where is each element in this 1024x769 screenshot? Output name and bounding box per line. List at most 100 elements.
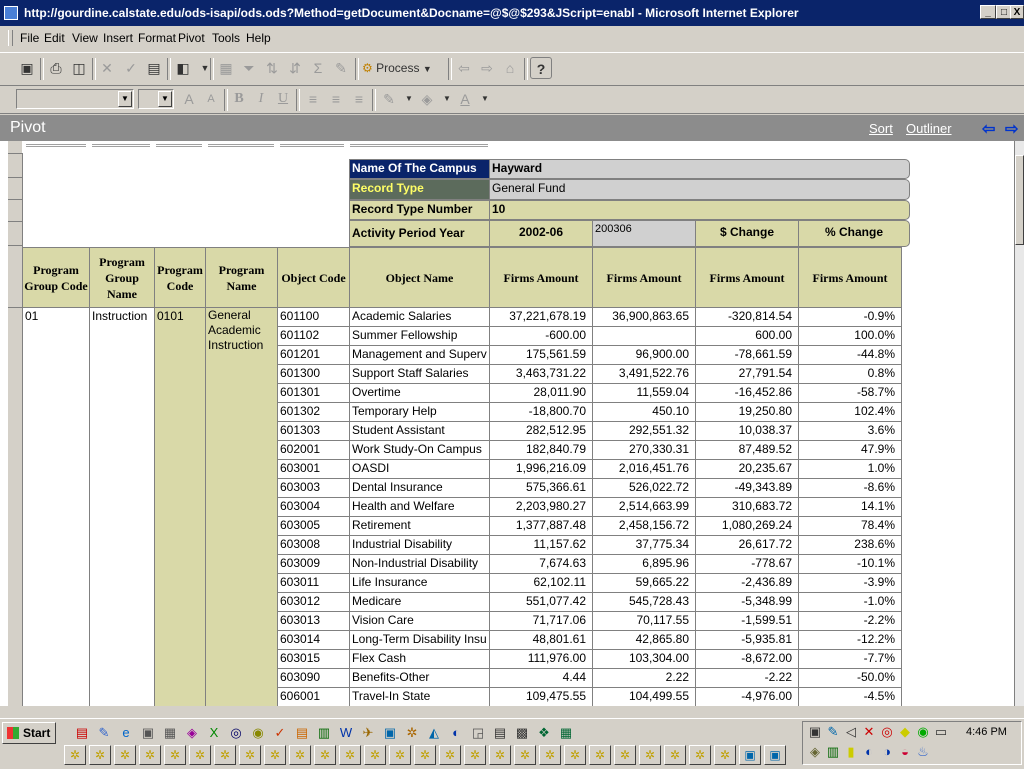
field-list-icon[interactable]: ▦ (215, 57, 237, 79)
dollar-change-cell[interactable]: -1,599.51 (695, 611, 799, 631)
percent-change-cell[interactable]: 78.4% (798, 516, 902, 536)
col-header-firms-amount[interactable]: Firms Amount (489, 247, 593, 308)
row-handle[interactable] (8, 153, 22, 154)
print-icon[interactable]: ⎙ (45, 57, 67, 79)
start-button[interactable]: Start (2, 722, 56, 744)
menu-tools[interactable]: Tools (212, 31, 240, 45)
row-handle[interactable] (8, 177, 22, 178)
app-icon[interactable]: ▥ (316, 725, 332, 741)
period-year-200306[interactable]: 200306 (592, 220, 696, 247)
app-icon[interactable]: ◲ (470, 725, 486, 741)
object-name-cell[interactable]: Health and Welfare (349, 497, 490, 517)
filter-value-record-type[interactable]: General Fund (489, 179, 910, 200)
taskbar-window-button[interactable]: ✲ (514, 745, 536, 765)
tray-icon[interactable]: ◒ (897, 744, 913, 760)
underline-icon[interactable]: U (272, 88, 294, 110)
app-icon[interactable]: ▩ (514, 725, 530, 741)
percent-change-cell[interactable]: 100.0% (798, 326, 902, 346)
percent-change-cell[interactable]: -3.9% (798, 573, 902, 593)
tray-icon[interactable]: ◎ (879, 724, 895, 740)
taskbar-window-button[interactable]: ✲ (539, 745, 561, 765)
object-code-cell[interactable]: 603004 (277, 497, 350, 517)
arrow-left-icon[interactable]: ⇦ (982, 119, 995, 139)
amount-200306-cell[interactable]: 37,775.34 (592, 535, 696, 555)
column-handle[interactable] (208, 144, 274, 152)
amount-200306-cell[interactable]: 526,022.72 (592, 478, 696, 498)
vertical-scrollbar[interactable] (1014, 141, 1024, 706)
app-icon[interactable]: ◭ (426, 725, 442, 741)
filter-value-campus[interactable]: Hayward (489, 159, 910, 179)
menu-view[interactable]: View (72, 31, 98, 45)
word-icon[interactable]: W (338, 725, 354, 741)
amount-2002-06-cell[interactable]: 1,377,887.48 (489, 516, 593, 536)
menu-help[interactable]: Help (246, 31, 271, 45)
object-name-cell[interactable]: Summer Fellowship (349, 326, 490, 346)
amount-2002-06-cell[interactable]: 3,463,731.22 (489, 364, 593, 384)
tray-icon[interactable]: ▣ (807, 724, 823, 740)
taskbar-window-button[interactable]: ✲ (589, 745, 611, 765)
tray-icon[interactable]: ◆ (897, 724, 913, 740)
taskbar-window-button[interactable]: ✲ (339, 745, 361, 765)
app-icon[interactable]: ✓ (272, 725, 288, 741)
object-code-cell[interactable]: 601201 (277, 345, 350, 365)
app-icon[interactable]: ✲ (404, 725, 420, 741)
dollar-change-cell[interactable]: -778.67 (695, 554, 799, 574)
amount-200306-cell[interactable]: 2,514,663.99 (592, 497, 696, 517)
object-name-cell[interactable]: Student Assistant (349, 421, 490, 441)
amount-2002-06-cell[interactable]: 28,011.90 (489, 383, 593, 403)
column-handle[interactable] (280, 144, 344, 152)
amount-2002-06-cell[interactable]: 48,801.61 (489, 630, 593, 650)
dollar-change-cell[interactable]: -2,436.89 (695, 573, 799, 593)
decrease-font-icon[interactable]: A (200, 88, 222, 110)
dollar-change-cell[interactable]: 87,489.52 (695, 440, 799, 460)
object-code-cell[interactable]: 603001 (277, 459, 350, 479)
object-name-cell[interactable]: Long-Term Disability Insu (349, 630, 490, 650)
dollar-change-cell[interactable]: 19,250.80 (695, 402, 799, 422)
object-code-cell[interactable]: 603012 (277, 592, 350, 612)
amount-200306-cell[interactable]: 292,551.32 (592, 421, 696, 441)
percent-change-cell[interactable]: 3.6% (798, 421, 902, 441)
amount-200306-cell[interactable]: 2.22 (592, 668, 696, 688)
program-code-cell[interactable]: 0101 (154, 307, 206, 706)
object-code-cell[interactable]: 601303 (277, 421, 350, 441)
amount-2002-06-cell[interactable]: 4.44 (489, 668, 593, 688)
col-header-program-name[interactable]: Program Name (205, 247, 278, 308)
object-code-cell[interactable]: 603090 (277, 668, 350, 688)
layout-icon[interactable]: ◧ (172, 57, 194, 79)
amount-200306-cell[interactable]: 3,491,522.76 (592, 364, 696, 384)
app-icon[interactable]: ◉ (250, 725, 266, 741)
activity-period-label[interactable]: Activity Period Year (349, 220, 490, 247)
object-name-cell[interactable]: Medicare (349, 592, 490, 612)
taskbar-window-button[interactable]: ✲ (89, 745, 111, 765)
object-name-cell[interactable]: Non-Industrial Disability (349, 554, 490, 574)
taskbar-window-button[interactable]: ✲ (214, 745, 236, 765)
dollar-change-cell[interactable]: -320,814.54 (695, 307, 799, 327)
autosum-icon[interactable]: Σ (307, 57, 329, 79)
sort-ascending-icon[interactable]: ⇅ (261, 57, 283, 79)
amount-200306-cell[interactable]: 70,117.55 (592, 611, 696, 631)
amount-2002-06-cell[interactable]: 551,077.42 (489, 592, 593, 612)
taskbar-window-button[interactable]: ✲ (64, 745, 86, 765)
taskbar-window-button[interactable]: ✲ (689, 745, 711, 765)
dollar-change-cell[interactable]: -49,343.89 (695, 478, 799, 498)
object-name-cell[interactable]: Overtime (349, 383, 490, 403)
taskbar-window-button[interactable]: ▣ (739, 745, 761, 765)
object-code-cell[interactable]: 601102 (277, 326, 350, 346)
amount-200306-cell[interactable]: 59,665.22 (592, 573, 696, 593)
column-handle[interactable] (156, 144, 202, 152)
app-icon[interactable]: ▣ (140, 725, 156, 741)
object-code-cell[interactable]: 603009 (277, 554, 350, 574)
percent-change-cell[interactable]: -4.5% (798, 687, 902, 706)
process-button[interactable]: ⚙ Process ▼ (362, 57, 444, 79)
outliner-link[interactable]: Outliner (906, 121, 952, 136)
program-name-cell[interactable]: General Academic Instruction (205, 307, 278, 706)
filter-label-record-type-number[interactable]: Record Type Number (349, 200, 490, 220)
font-name-combo[interactable]: ▼ (16, 89, 134, 109)
amount-2002-06-cell[interactable]: 11,157.62 (489, 535, 593, 555)
bold-icon[interactable]: B (228, 88, 250, 110)
tray-icon[interactable]: ◈ (807, 744, 823, 760)
object-name-cell[interactable]: Vision Care (349, 611, 490, 631)
tray-icon[interactable]: ▮ (843, 744, 859, 760)
percent-change-cell[interactable]: -10.1% (798, 554, 902, 574)
column-handle[interactable] (350, 144, 488, 152)
